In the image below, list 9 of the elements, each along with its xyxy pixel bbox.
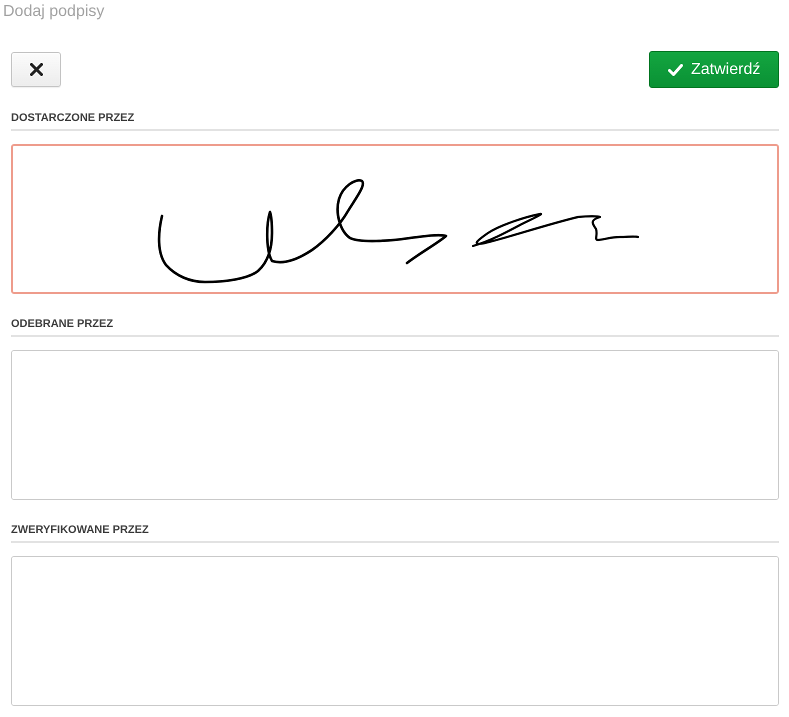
signature-pad[interactable] <box>11 144 779 294</box>
section-heading: DOSTARCZONE PRZEZ <box>11 110 779 131</box>
check-icon <box>668 64 683 76</box>
close-icon <box>30 63 42 76</box>
section-heading: ZWERYFIKOWANE PRZEZ <box>11 522 779 543</box>
section-heading: ODEBRANE PRZEZ <box>11 316 779 337</box>
confirm-button[interactable]: Zatwierdź <box>649 51 779 88</box>
page-title: Dodaj podpisy <box>3 2 104 22</box>
close-button[interactable] <box>11 52 61 87</box>
